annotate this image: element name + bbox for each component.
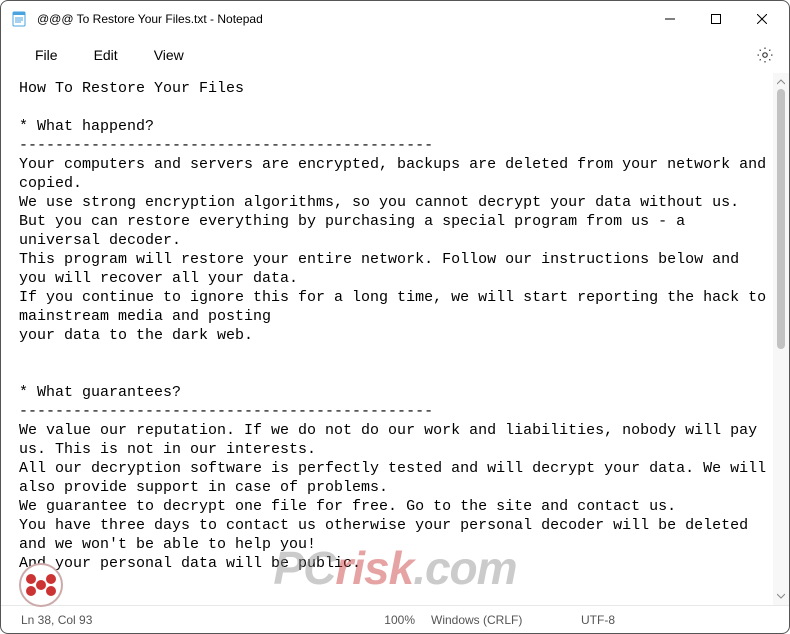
menu-view[interactable]: View — [138, 41, 200, 69]
scroll-down-arrow[interactable] — [774, 589, 788, 603]
minimize-button[interactable] — [647, 3, 693, 35]
close-button[interactable] — [739, 3, 785, 35]
menu-edit[interactable]: Edit — [78, 41, 134, 69]
status-encoding: UTF-8 — [573, 613, 673, 627]
notepad-window: @@@ To Restore Your Files.txt - Notepad … — [0, 0, 790, 634]
settings-button[interactable] — [749, 39, 781, 71]
maximize-button[interactable] — [693, 3, 739, 35]
window-title: @@@ To Restore Your Files.txt - Notepad — [37, 12, 263, 26]
menubar: File Edit View — [1, 37, 789, 73]
scroll-thumb[interactable] — [777, 89, 785, 349]
content-area: How To Restore Your Files * What happend… — [1, 73, 789, 605]
notepad-icon — [11, 11, 27, 27]
scroll-track[interactable] — [774, 89, 788, 589]
menu-file[interactable]: File — [19, 41, 74, 69]
status-zoom: 100% — [303, 613, 423, 627]
status-line-ending: Windows (CRLF) — [423, 613, 573, 627]
vertical-scrollbar[interactable] — [773, 73, 789, 605]
titlebar[interactable]: @@@ To Restore Your Files.txt - Notepad — [1, 1, 789, 37]
text-editor[interactable]: How To Restore Your Files * What happend… — [1, 73, 773, 605]
statusbar: Ln 38, Col 93 100% Windows (CRLF) UTF-8 — [1, 605, 789, 633]
scroll-up-arrow[interactable] — [774, 75, 788, 89]
status-cursor-position: Ln 38, Col 93 — [13, 613, 303, 627]
